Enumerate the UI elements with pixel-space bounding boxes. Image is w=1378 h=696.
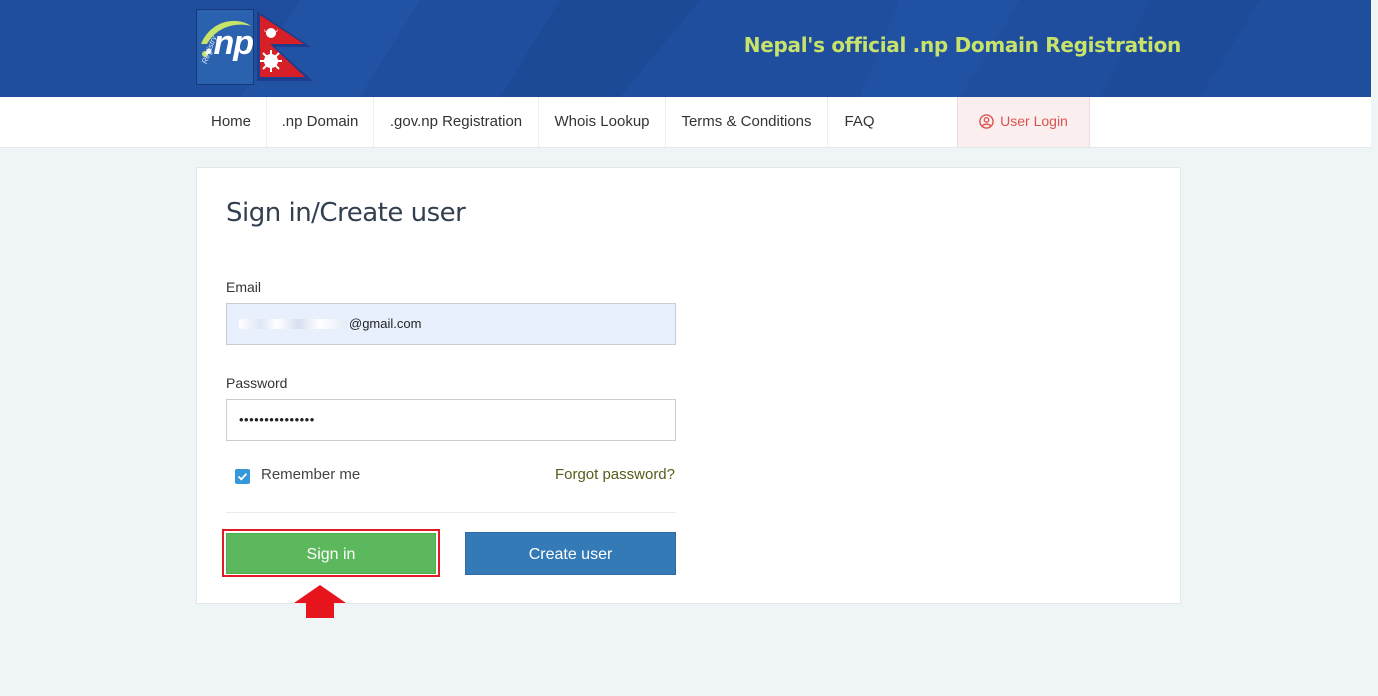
user-login-button[interactable]: User Login [957,97,1090,147]
np-registry-logo[interactable]: .np Registry [196,9,254,85]
nav-terms-conditions[interactable]: Terms & Conditions [666,97,828,147]
nav-gov-np-registration[interactable]: .gov.np Registration [374,97,539,147]
up-arrow-annotation-icon [294,585,346,618]
page-title: Sign in/Create user [226,198,466,228]
nav-whois-lookup[interactable]: Whois Lookup [539,97,666,147]
remember-me-label[interactable]: Remember me [261,466,360,483]
nav-faq[interactable]: FAQ [828,97,891,147]
signin-card: Sign in/Create user Email @gmail.com Pas… [196,167,1181,604]
signin-button[interactable]: Sign in [226,533,436,574]
forgot-password-link[interactable]: Forgot password? [555,466,675,483]
site-title: Nepal's official .np Domain Registration [743,33,1182,57]
nav-np-domain[interactable]: .np Domain [267,97,374,147]
nepal-flag-icon [257,11,313,81]
checkmark-icon [237,473,248,481]
email-label: Email [226,279,262,295]
create-user-button[interactable]: Create user [465,532,676,575]
password-label: Password [226,375,288,391]
password-value: ••••••••••••••• [239,412,315,427]
nav-home[interactable]: Home [196,97,267,147]
email-field[interactable]: @gmail.com [226,303,676,345]
remember-me-checkbox[interactable] [235,469,250,484]
email-value: @gmail.com [349,316,422,331]
redacted-email-text [239,319,347,329]
site-header: .np Registry Nepal's official .np Domain… [0,0,1371,97]
password-field[interactable]: ••••••••••••••• [226,399,676,441]
user-login-label: User Login [1000,113,1068,129]
user-circle-icon [979,114,994,129]
form-divider [226,512,676,513]
main-navigation: Home .np Domain .gov.np Registration Who… [0,97,1371,148]
